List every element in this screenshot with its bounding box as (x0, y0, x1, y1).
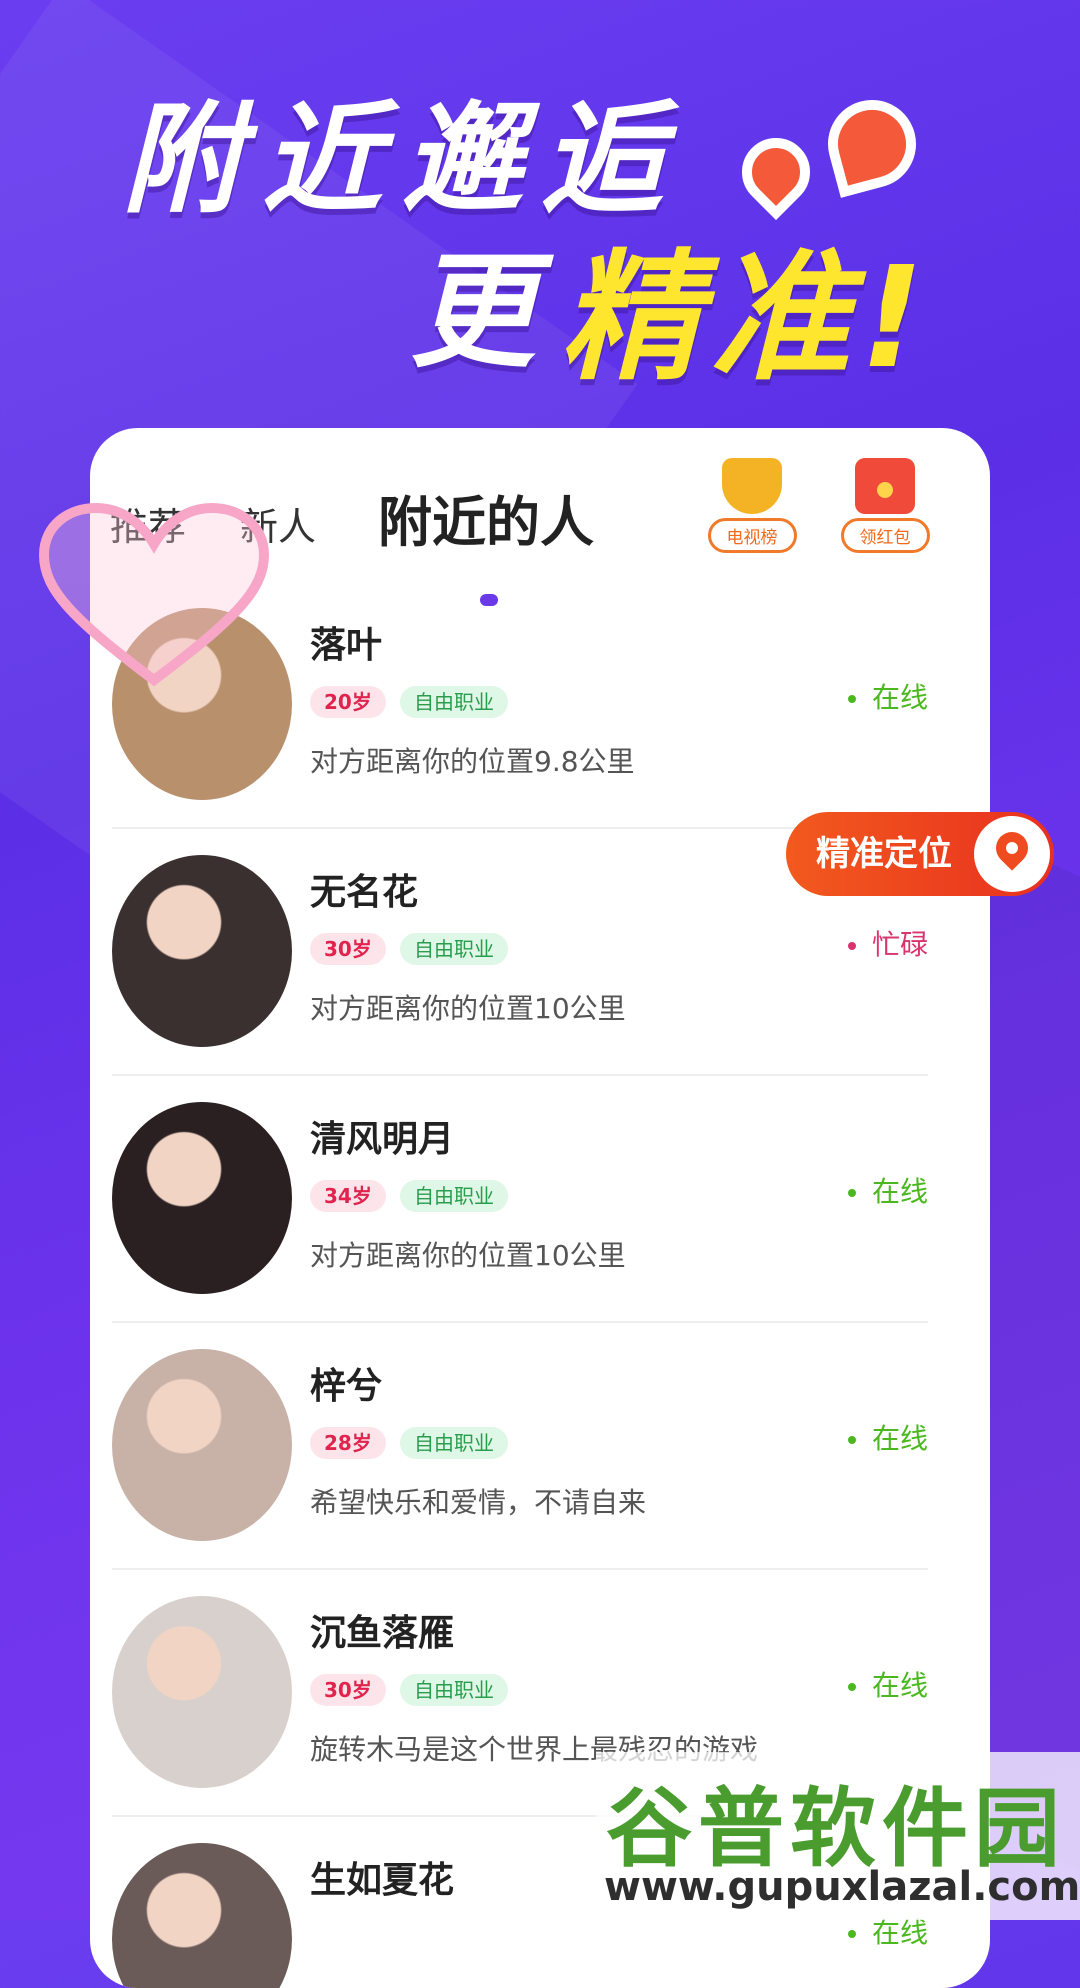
status-dot-icon (847, 1683, 856, 1691)
red-packet-label: 领红包 (840, 518, 930, 553)
user-description: 对方距离你的位置9.8公里 (310, 745, 635, 778)
user-description: 对方距离你的位置10公里 (310, 992, 626, 1025)
watermark: 谷普软件园 www.gupuxlazal.com (596, 1752, 1080, 1920)
status-dot-icon (847, 1930, 856, 1938)
location-pin-icon (974, 816, 1050, 892)
status-badge: 忙碌 (847, 923, 928, 963)
status-badge: 在线 (847, 676, 928, 716)
headline-line2-prefix: 更 (410, 240, 555, 385)
user-description: 对方距离你的位置10公里 (310, 1239, 626, 1272)
status-text: 在线 (871, 1175, 928, 1208)
age-badge: 30岁 (310, 933, 386, 965)
precise-locate-button[interactable]: 精准定位 (786, 812, 1054, 896)
avatar[interactable] (112, 1596, 292, 1788)
job-badge: 自由职业 (400, 1180, 508, 1212)
list-item[interactable]: 梓兮 28岁 自由职业希望快乐和爱情，不请自来 在线 (112, 1321, 928, 1570)
job-badge: 自由职业 (400, 1427, 508, 1459)
status-text: 在线 (871, 1422, 928, 1455)
user-name: 落叶 (310, 625, 383, 666)
headline-line2-highlight: 精准! (560, 237, 934, 400)
status-dot-icon (847, 942, 856, 950)
user-description: 希望快乐和爱情，不请自来 (310, 1486, 647, 1519)
tv-list-button[interactable]: 电视榜 (702, 458, 802, 553)
job-badge: 自由职业 (400, 1674, 508, 1706)
avatar[interactable] (112, 1349, 292, 1541)
job-badge: 自由职业 (400, 686, 508, 718)
user-name: 无名花 (310, 872, 419, 913)
tab-recommend[interactable]: 推荐 (110, 496, 186, 551)
status-badge: 在线 (847, 1664, 928, 1704)
avatar[interactable] (112, 1102, 292, 1294)
avatar[interactable] (112, 855, 292, 1047)
user-name: 生如夏花 (310, 1860, 455, 1901)
status-dot-icon (847, 1436, 856, 1444)
user-name: 梓兮 (310, 1366, 383, 1407)
age-badge: 30岁 (310, 1674, 386, 1706)
status-text: 在线 (871, 1669, 928, 1702)
status-dot-icon (847, 1189, 856, 1197)
trophy-icon (722, 458, 782, 514)
status-text: 在线 (871, 681, 928, 714)
status-text: 忙碌 (871, 928, 928, 961)
status-dot-icon (847, 695, 856, 703)
user-name: 清风明月 (310, 1119, 455, 1160)
tab-nearby[interactable]: 附近的人 (378, 478, 594, 557)
status-text: 在线 (871, 1916, 928, 1949)
status-badge: 在线 (847, 1170, 928, 1210)
red-packet-icon (855, 458, 915, 514)
avatar[interactable] (112, 608, 292, 800)
drop-icon (818, 90, 926, 198)
avatar[interactable] (112, 1843, 292, 1988)
tv-list-label: 电视榜 (707, 518, 797, 553)
status-badge: 在线 (847, 1417, 928, 1457)
age-badge: 20岁 (310, 686, 386, 718)
watermark-url: www.gupuxlazal.com (604, 1864, 1080, 1910)
precise-locate-label: 精准定位 (816, 834, 952, 874)
age-badge: 34岁 (310, 1180, 386, 1212)
age-badge: 28岁 (310, 1427, 386, 1459)
tab-new[interactable]: 新人 (240, 496, 316, 551)
user-name: 沉鱼落雁 (310, 1613, 455, 1654)
list-item[interactable]: 清风明月 34岁 自由职业对方距离你的位置10公里 在线 (112, 1074, 928, 1323)
red-packet-button[interactable]: 领红包 (835, 458, 935, 553)
job-badge: 自由职业 (400, 933, 508, 965)
list-item[interactable]: 落叶 20岁 自由职业对方距离你的位置9.8公里 在线 (112, 580, 928, 829)
